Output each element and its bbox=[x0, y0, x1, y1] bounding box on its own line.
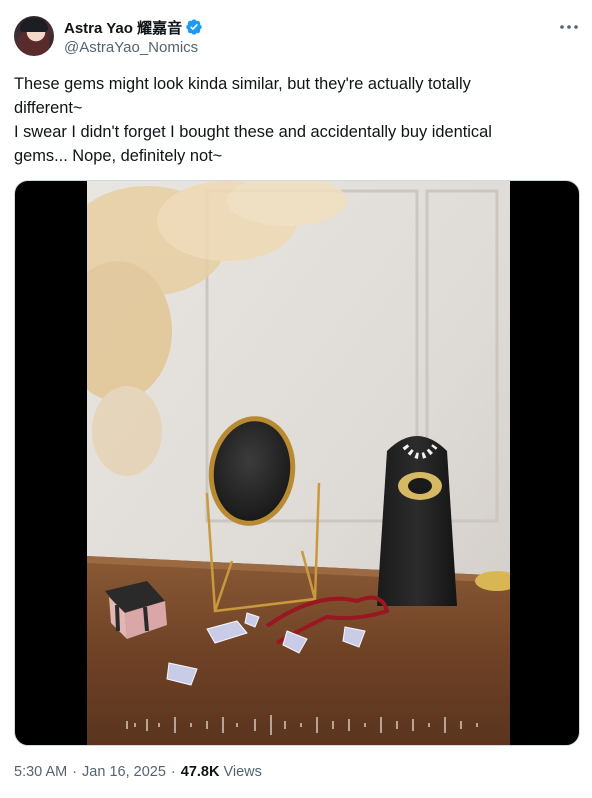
views-label: Views bbox=[223, 764, 262, 780]
meta-separator: · bbox=[170, 764, 176, 780]
handle[interactable]: @AstraYao_Nomics bbox=[64, 39, 198, 56]
tweet-text: These gems might look kinda similar, but… bbox=[14, 72, 574, 168]
more-horizontal-icon[interactable] bbox=[558, 18, 580, 36]
tweet-date[interactable]: Jan 16, 2025 bbox=[82, 764, 166, 780]
avatar[interactable] bbox=[14, 16, 54, 56]
tweet-text-line: I swear I didn't forget I bought these a… bbox=[14, 123, 492, 141]
tweet-time[interactable]: 5:30 AM bbox=[14, 764, 67, 780]
views-count: 47.8K bbox=[180, 764, 220, 780]
tweet-text-line: different~ bbox=[14, 99, 83, 117]
video-player[interactable] bbox=[14, 180, 580, 746]
tweet-text-line: These gems might look kinda similar, but… bbox=[14, 75, 471, 93]
video-frame bbox=[87, 181, 510, 745]
verified-badge-icon bbox=[186, 19, 202, 35]
name-row: Astra Yao 耀嘉音 bbox=[64, 17, 203, 37]
tweet-meta: 5:30 AM · Jan 16, 2025 · 47.8K Views bbox=[14, 764, 262, 780]
display-name[interactable]: Astra Yao 耀嘉音 bbox=[64, 17, 182, 38]
tweet-header: Astra Yao 耀嘉音 @AstraYao_Nomics bbox=[14, 16, 580, 60]
meta-separator: · bbox=[72, 764, 78, 780]
tweet-text-line: gems... Nope, definitely not~ bbox=[14, 147, 223, 165]
